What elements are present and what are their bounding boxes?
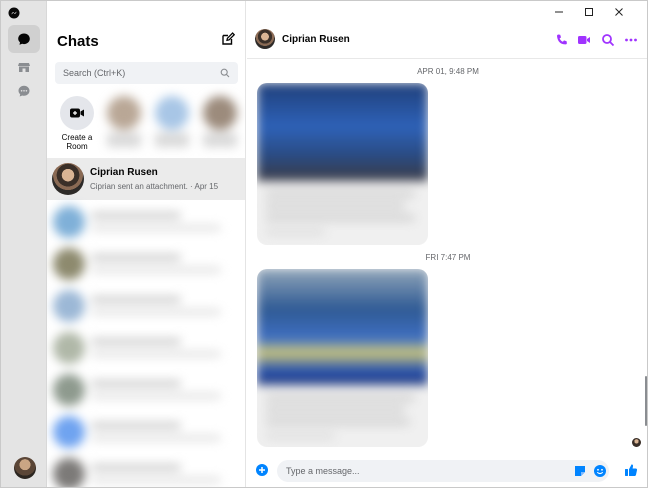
conversation-header: Ciprian Rusen — [247, 23, 647, 59]
conversation-item-active[interactable]: Ciprian Rusen Ciprian sent an attachment… — [47, 158, 245, 200]
conversation-preview: Ciprian sent an attachment. · Apr 15 — [90, 182, 219, 191]
conversation-title[interactable]: Ciprian Rusen — [282, 34, 350, 45]
message-timestamp: FRI 7:47 PM — [425, 253, 471, 262]
list-item[interactable] — [47, 327, 245, 369]
message-input[interactable] — [277, 460, 557, 482]
contact-avatar[interactable] — [203, 96, 237, 130]
video-call-icon[interactable] — [577, 33, 591, 47]
list-item[interactable] — [47, 411, 245, 453]
maximize-button[interactable] — [574, 1, 604, 23]
create-room-label: Create a Room — [61, 133, 93, 151]
window-controls — [529, 1, 647, 23]
create-room-button[interactable] — [60, 96, 94, 130]
read-receipt-avatar — [632, 438, 641, 447]
emoji-icon[interactable] — [593, 464, 607, 478]
rail-chats-button[interactable] — [8, 25, 40, 53]
contact-avatar — [52, 163, 84, 195]
rail-requests-button[interactable] — [8, 77, 40, 105]
search-conversation-icon[interactable] — [601, 33, 615, 47]
video-plus-icon — [70, 108, 84, 118]
contact-avatar[interactable] — [155, 96, 189, 130]
sticker-icon[interactable] — [573, 464, 587, 478]
attachment-message[interactable] — [257, 83, 428, 245]
contact-avatar[interactable] — [107, 96, 141, 130]
contact-label — [155, 133, 189, 147]
attachment-message[interactable] — [257, 269, 428, 447]
message-box[interactable] — [277, 460, 609, 482]
list-item[interactable] — [47, 369, 245, 411]
message-timestamp: APR 01, 9:48 PM — [417, 67, 479, 76]
close-button[interactable] — [604, 1, 634, 23]
search-input[interactable] — [55, 62, 205, 84]
list-item[interactable] — [47, 453, 245, 487]
new-message-icon[interactable] — [221, 32, 235, 46]
list-item[interactable] — [47, 201, 245, 243]
chats-icon — [18, 33, 30, 45]
more-options-icon[interactable] — [624, 33, 638, 47]
conversation-name: Ciprian Rusen — [90, 167, 158, 178]
contact-avatar[interactable] — [255, 29, 275, 49]
marketplace-icon — [18, 63, 30, 72]
chat-list-panel: Chats Create a Room — [47, 1, 246, 487]
left-rail — [1, 1, 47, 487]
chats-title: Chats — [57, 33, 99, 50]
search-icon — [220, 68, 230, 78]
thumbs-up-icon[interactable] — [624, 463, 638, 477]
rooms-row: Create a Room — [47, 93, 245, 153]
plus-circle-icon[interactable] — [255, 463, 269, 477]
messenger-window: Chats Create a Room — [0, 0, 648, 488]
conversation-list-blurred — [47, 201, 245, 487]
scrollbar-thumb[interactable] — [645, 376, 647, 426]
contact-label — [203, 133, 237, 147]
close-icon — [615, 8, 623, 16]
contact-label — [107, 133, 141, 147]
profile-avatar[interactable] — [14, 457, 36, 479]
phone-icon[interactable] — [555, 33, 569, 47]
maximize-icon — [585, 8, 593, 16]
list-item[interactable] — [47, 243, 245, 285]
conversation-pane: Ciprian Rusen APR 01, 9:48 PM FRI 7:47 P… — [247, 1, 647, 487]
message-composer — [247, 457, 647, 485]
search-box[interactable] — [55, 62, 238, 84]
list-item[interactable] — [47, 285, 245, 327]
minimize-icon — [555, 11, 563, 13]
minimize-button[interactable] — [544, 1, 574, 23]
messenger-logo-icon — [8, 7, 20, 19]
message-requests-icon — [18, 85, 30, 97]
